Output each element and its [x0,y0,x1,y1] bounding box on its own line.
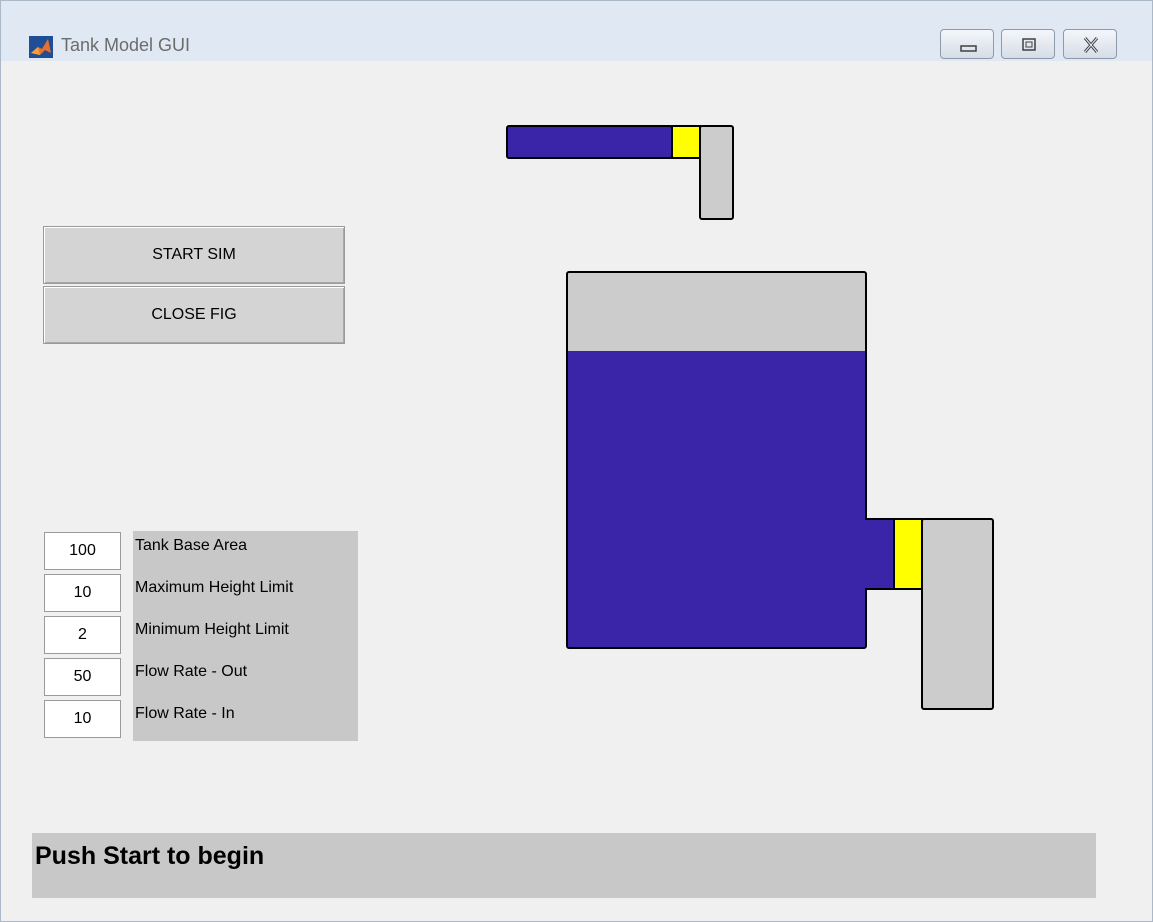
inflow-pipe-water [506,125,673,159]
tank-outlet-opening [864,520,868,588]
outflow-pipe-spout [921,518,994,710]
inflow-pipe-spout [699,125,734,220]
tank-water-level [567,351,866,648]
tank-diagram [506,125,994,710]
status-message: Push Start to begin [35,842,265,870]
outflow-valve [893,518,923,590]
inflow-valve [671,125,701,159]
